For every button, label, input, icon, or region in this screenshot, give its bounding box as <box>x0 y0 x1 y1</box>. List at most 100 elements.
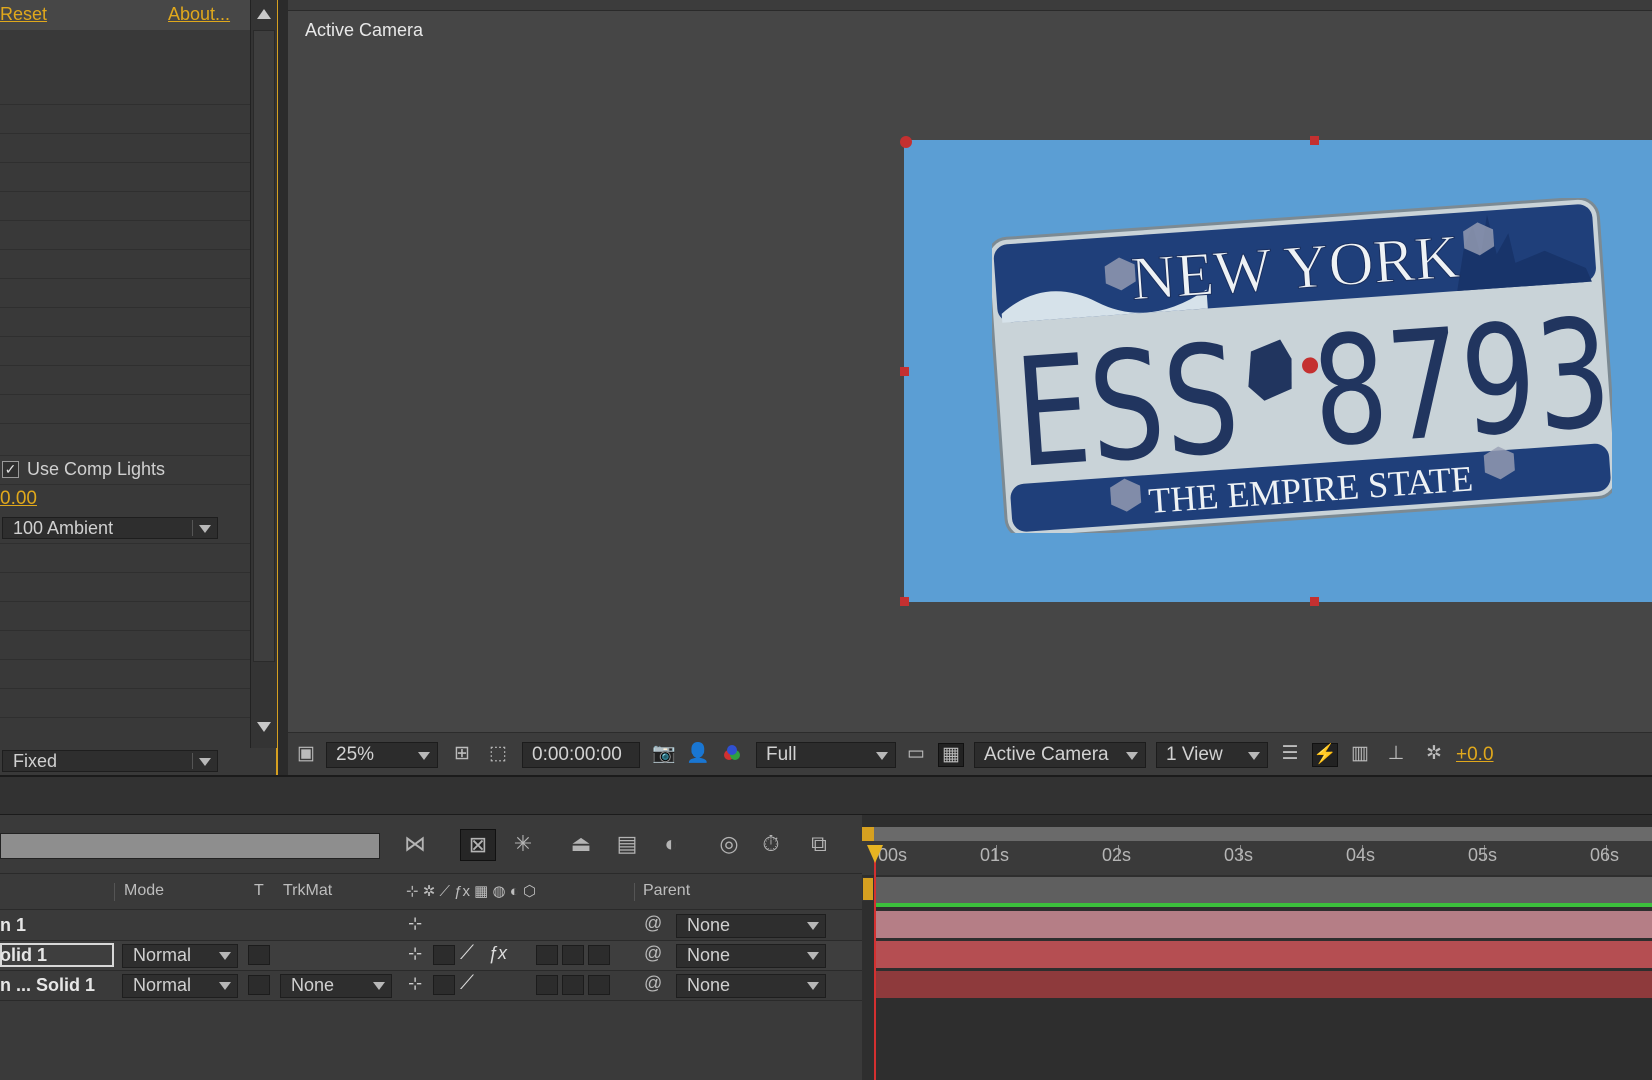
handle-top[interactable] <box>1310 136 1319 145</box>
work-area-bar[interactable] <box>874 877 1652 903</box>
toggle-pixel-aspect-icon[interactable]: ☰ <box>1278 743 1302 765</box>
switch-box[interactable] <box>588 945 610 965</box>
column-parent[interactable]: Parent <box>643 882 690 900</box>
work-area-start-handle[interactable] <box>862 877 874 901</box>
trkmat-select[interactable]: None <box>280 974 392 998</box>
layer-row[interactable]: n 1 ⊹ @ None <box>0 911 862 940</box>
time-graph[interactable]: 00s 01s 02s 03s 04s 05s 06s <box>862 815 1652 1080</box>
comp-mini-flowchart-icon[interactable]: ⋈ <box>398 829 432 859</box>
motion-blur-icon[interactable]: ◐ <box>654 829 688 859</box>
handle-bottom-left[interactable] <box>900 597 909 606</box>
scroll-down-icon[interactable] <box>257 722 271 732</box>
mode-select[interactable]: Normal <box>122 974 238 998</box>
shy-switch-icon[interactable]: ⊹ <box>408 914 422 934</box>
reset-exposure-icon[interactable]: ✲ <box>1422 743 1446 765</box>
composition-viewer[interactable]: Active Camera NEW YORK ESS 8793 THE EMPI… <box>288 0 1652 776</box>
auto-keyframe-icon[interactable]: ⏱ <box>754 829 788 859</box>
panel-divider[interactable] <box>0 775 1652 815</box>
parent-value: None <box>687 945 731 965</box>
snapshot-camera-icon[interactable]: 📷 <box>652 743 676 765</box>
pick-whip-icon[interactable]: @ <box>644 943 662 964</box>
playhead-handle-icon[interactable] <box>867 845 883 863</box>
channel-rgb-icon[interactable] <box>720 743 744 765</box>
exposure-value[interactable]: +0.0 <box>1456 744 1494 766</box>
switch-box[interactable] <box>536 975 558 995</box>
parent-select[interactable]: None <box>676 944 826 968</box>
pick-whip-icon[interactable]: @ <box>644 913 662 934</box>
parent-select[interactable]: None <box>676 974 826 998</box>
layer-name[interactable]: n ... Solid 1 <box>0 975 95 996</box>
timeline-icon[interactable]: ▥ <box>1348 743 1372 765</box>
mode-select[interactable]: Normal <box>122 944 238 968</box>
ruler-label: 06s <box>1590 845 1620 865</box>
layer-duration-bar[interactable] <box>874 911 1652 938</box>
layer-duration-bar[interactable] <box>874 971 1652 998</box>
shy-switch-icon[interactable]: ⊹ <box>408 974 422 994</box>
quality-line-icon[interactable]: ⟋ <box>460 972 474 995</box>
value-scrubber[interactable]: 0.00 <box>0 488 37 510</box>
layer-name[interactable]: olid 1 <box>0 945 47 966</box>
switch-box[interactable] <box>433 975 455 995</box>
switch-box[interactable] <box>588 975 610 995</box>
layer-row[interactable]: olid 1 Normal ⊹ ⟋ ƒx @ None <box>0 941 862 970</box>
reset-link[interactable]: Reset <box>0 4 47 25</box>
viewer-top-strip <box>288 0 1652 11</box>
fast-previews-icon[interactable]: ▭ <box>904 743 928 765</box>
draft-3d-icon[interactable]: ✳ <box>506 829 540 859</box>
ambient-select[interactable]: 100 Ambient <box>2 517 218 539</box>
flowchart-icon[interactable]: ⊥ <box>1384 743 1408 765</box>
timecode-field[interactable]: 0:00:00:00 <box>522 742 640 768</box>
pick-whip-icon[interactable]: @ <box>644 973 662 994</box>
always-preview-icon[interactable]: ▣ <box>294 743 318 765</box>
scroll-up-icon[interactable] <box>257 9 271 19</box>
graph-editor-icon[interactable]: ⧉ <box>802 829 836 859</box>
parent-select[interactable]: None <box>676 914 826 938</box>
region-of-interest-icon[interactable]: ⬚ <box>486 743 510 765</box>
preserve-transparency-box[interactable] <box>248 945 270 965</box>
view-layout-value: 1 View <box>1166 744 1223 765</box>
ruler-label: 01s <box>980 845 1010 865</box>
switch-box[interactable] <box>562 975 584 995</box>
preserve-transparency-box[interactable] <box>248 975 270 995</box>
composition-frame[interactable]: NEW YORK ESS 8793 THE EMPIRE STATE <box>900 136 1652 606</box>
camera-select[interactable]: Active Camera <box>974 742 1146 768</box>
safe-margins-icon[interactable]: ⊞ <box>450 743 474 765</box>
handle-bottom[interactable] <box>1310 597 1319 606</box>
zoom-select[interactable]: 25% <box>326 742 438 768</box>
handle-left[interactable] <box>900 367 909 376</box>
hide-shy-layers-icon[interactable]: ⏏ <box>564 829 598 859</box>
column-mode[interactable]: Mode <box>124 882 164 900</box>
switch-box[interactable] <box>562 945 584 965</box>
quality-line-icon[interactable]: ⟋ <box>460 942 474 965</box>
fx-icon[interactable]: ƒx <box>488 943 507 964</box>
about-link[interactable]: About... <box>168 4 230 25</box>
search-input[interactable] <box>0 833 380 859</box>
time-navigator-bar[interactable] <box>862 827 1652 841</box>
brainstorm-icon[interactable]: ◎ <box>712 829 746 859</box>
column-t[interactable]: T <box>254 882 264 900</box>
shy-switch-icon[interactable]: ⊹ <box>408 944 422 964</box>
frame-blending-icon[interactable]: ▤ <box>610 829 644 859</box>
layer-name[interactable]: n 1 <box>0 915 26 936</box>
fast-preview-lightning-icon[interactable]: ⚡ <box>1312 743 1338 767</box>
view-layout-select[interactable]: 1 View <box>1156 742 1268 768</box>
scroll-track[interactable] <box>253 30 275 662</box>
live-update-icon[interactable]: ⊠ <box>460 829 496 861</box>
chevron-down-icon <box>219 982 231 990</box>
playhead-line[interactable] <box>874 859 876 1080</box>
layer-row[interactable]: n ... Solid 1 Normal None ⊹ ⟋ @ None <box>0 971 862 1000</box>
switch-box[interactable] <box>433 945 455 965</box>
navigator-start-handle[interactable] <box>862 827 874 841</box>
fixed-select[interactable]: Fixed <box>2 750 218 772</box>
ambient-select-value: 100 Ambient <box>13 518 114 538</box>
column-trkmat[interactable]: TrkMat <box>283 882 332 900</box>
anchor-corner-handle[interactable] <box>900 136 912 148</box>
layer-duration-bar[interactable] <box>874 941 1652 968</box>
license-plate-image: NEW YORK ESS 8793 THE EMPIRE STATE <box>992 198 1612 533</box>
effects-scrollbar[interactable] <box>250 0 277 748</box>
use-comp-lights-checkbox[interactable]: ✓ <box>2 461 19 478</box>
transparency-grid-icon[interactable]: ▦ <box>938 743 964 767</box>
switch-box[interactable] <box>536 945 558 965</box>
resolution-select[interactable]: Full <box>756 742 896 768</box>
show-snapshot-icon[interactable]: 👤 <box>686 743 710 765</box>
